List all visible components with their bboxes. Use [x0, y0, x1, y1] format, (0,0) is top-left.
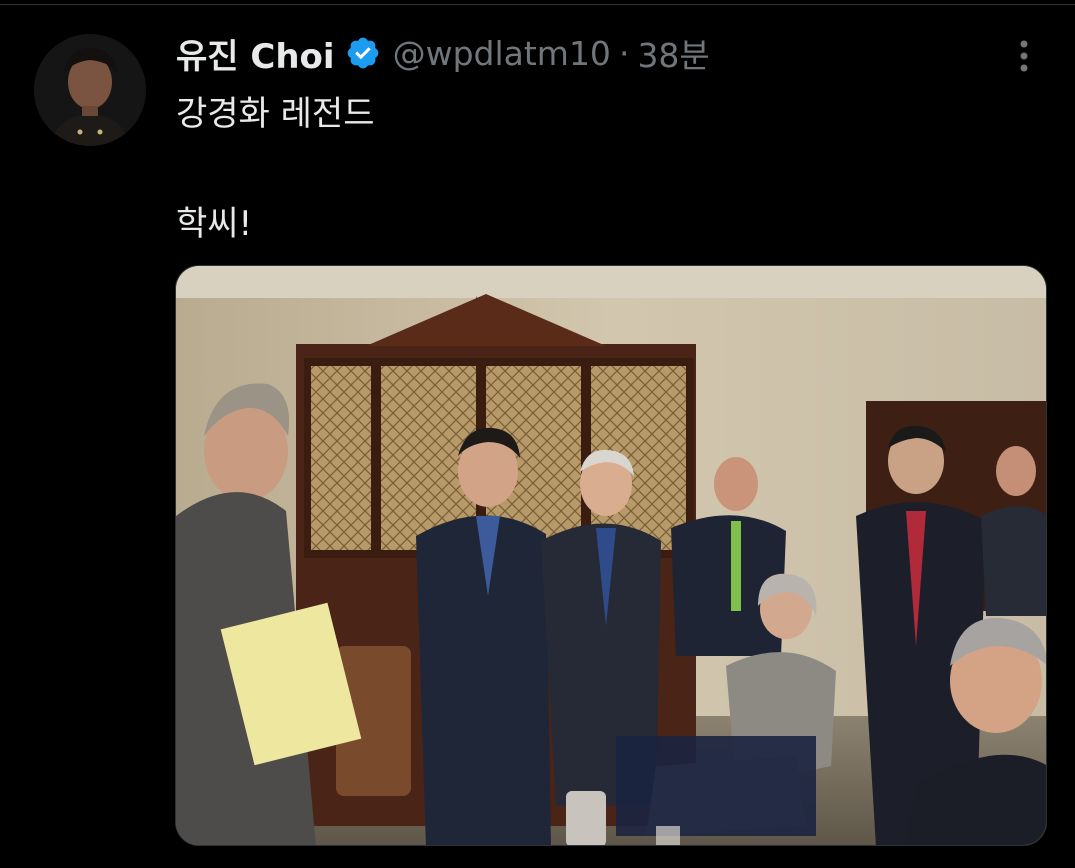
display-name[interactable]: 유진 Choi	[176, 29, 335, 78]
verified-badge-icon[interactable]	[345, 35, 381, 71]
more-options-icon[interactable]	[1012, 38, 1036, 74]
tweet-header: 유진 Choi @wpdlatm10 · 38분	[176, 29, 710, 78]
tweet-text-line-2: 학씨!	[176, 204, 253, 244]
avatar[interactable]	[34, 34, 146, 146]
tweet-text-line-1: 강경화 레전드	[176, 94, 375, 134]
photo-meeting-room	[176, 266, 1046, 845]
tweet-photo[interactable]	[175, 265, 1047, 846]
avatar-image	[34, 34, 146, 146]
top-divider	[0, 0, 1075, 5]
header-separator: ·	[618, 33, 630, 73]
user-handle[interactable]: @wpdlatm10	[393, 34, 611, 73]
timestamp[interactable]: 38분	[637, 29, 709, 77]
